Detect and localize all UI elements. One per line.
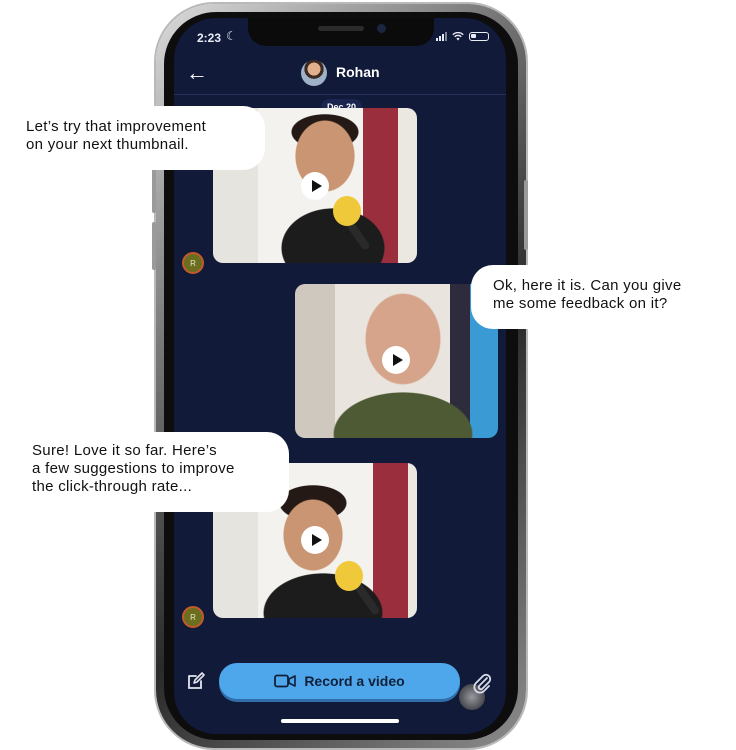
play-icon[interactable] — [301, 172, 329, 200]
play-icon[interactable] — [301, 526, 329, 554]
signal-icon — [436, 31, 447, 41]
microphone — [335, 561, 363, 591]
microphone — [333, 196, 361, 226]
side-button-volume-up — [152, 165, 156, 213]
status-indicators — [436, 31, 489, 41]
front-camera — [377, 24, 386, 33]
back-arrow-icon[interactable]: ← — [186, 60, 208, 86]
side-button-power — [524, 180, 528, 250]
home-indicator[interactable] — [281, 719, 399, 723]
record-video-label: Record a video — [304, 673, 405, 689]
status-time: 2:23 — [197, 31, 222, 45]
earpiece-speaker — [318, 26, 364, 31]
sender-avatar: R — [182, 606, 204, 628]
play-icon[interactable] — [382, 346, 410, 374]
battery-icon — [469, 31, 489, 41]
caption-bubble-3: Sure! Love it so far. Here’s a few sugge… — [0, 432, 289, 512]
contact-avatar[interactable] — [301, 60, 327, 86]
video-message-2[interactable] — [295, 284, 498, 438]
contact-name[interactable]: Rohan — [336, 64, 380, 80]
wifi-icon — [452, 31, 464, 40]
sender-avatar: R — [182, 252, 204, 274]
caption-bubble-1: Let’s try that improvement on your next … — [0, 106, 265, 170]
moon-icon: ☾ — [226, 29, 237, 43]
caption-bubble-2: Ok, here it is. Can you give me some fee… — [471, 265, 736, 329]
paperclip-icon[interactable] — [472, 672, 492, 694]
video-camera-icon — [274, 674, 297, 688]
side-button-volume-down — [152, 222, 156, 270]
record-video-button[interactable]: Record a video — [219, 663, 460, 699]
compose-icon[interactable] — [186, 671, 206, 691]
notch — [248, 18, 434, 46]
